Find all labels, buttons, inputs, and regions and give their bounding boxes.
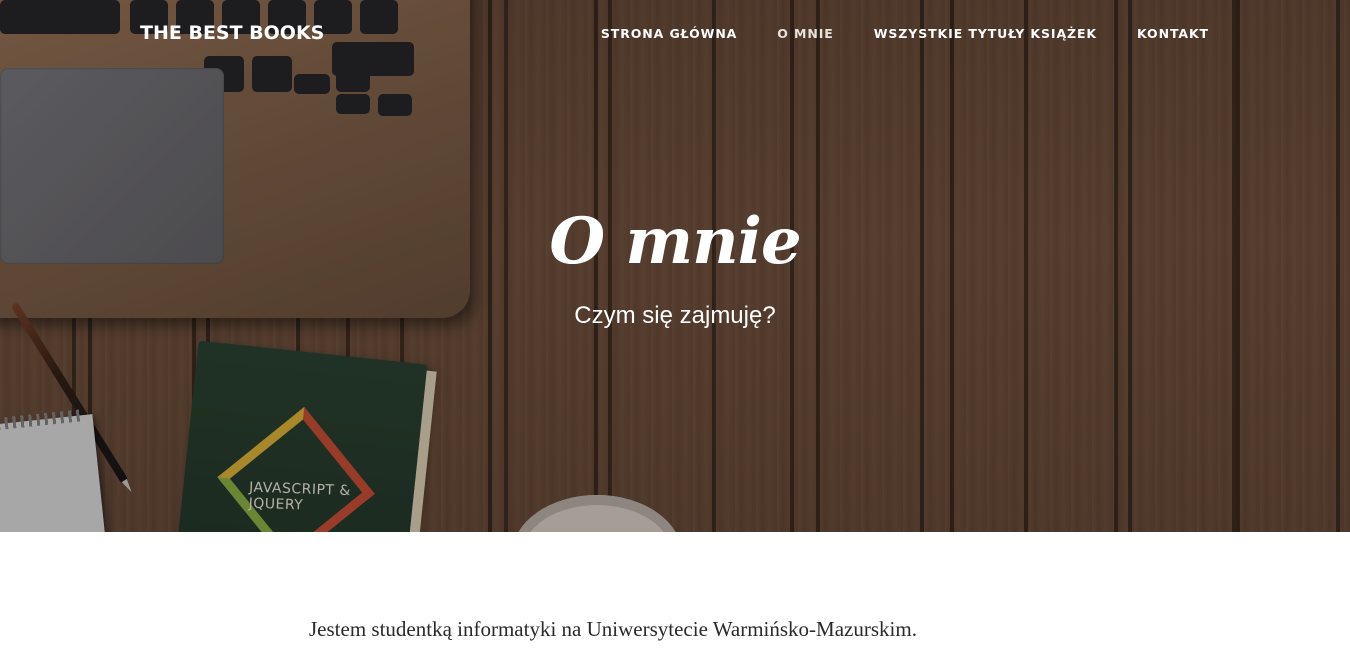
hero-header: JAVASCRIPT & JQUERY THE BEST BOOKS STRON… — [0, 0, 1350, 532]
nav-link-home[interactable]: STRONA GŁÓWNA — [601, 26, 737, 41]
brand-logo-link[interactable]: THE BEST BOOKS — [140, 22, 324, 44]
page-subtitle: Czym się zajmuję? — [574, 302, 776, 329]
about-paragraph: Jestem studentką informatyki na Uniwersy… — [309, 617, 917, 641]
nav-link-about[interactable]: O MNIE — [777, 26, 833, 41]
nav-links: STRONA GŁÓWNA O MNIE WSZYSTKIE TYTUŁY KS… — [601, 26, 1209, 41]
page-heading: O mnie Czym się zajmuję? — [0, 200, 1350, 332]
page-title: O mnie — [549, 204, 801, 279]
nav-link-contact[interactable]: KONTAKT — [1137, 26, 1209, 41]
main-content: Jestem studentką informatyki na Uniwersy… — [309, 614, 917, 644]
navbar: THE BEST BOOKS STRONA GŁÓWNA O MNIE WSZY… — [0, 0, 1350, 68]
nav-link-all-books[interactable]: WSZYSTKIE TYTUŁY KSIĄŻEK — [874, 26, 1097, 41]
